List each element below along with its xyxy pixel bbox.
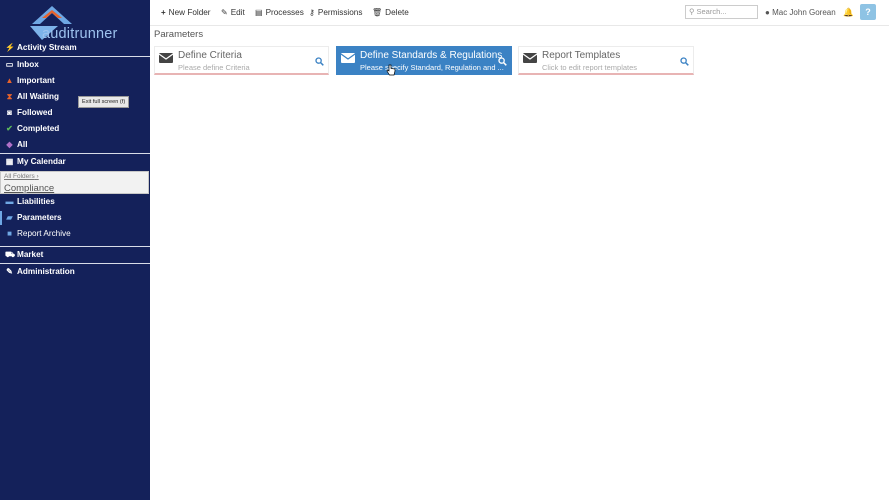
cart-icon: ⛟ [5, 250, 16, 259]
card-title: Define Standards & Regulations [360, 50, 503, 61]
nav-activity-stream[interactable]: ⚡ Activity Stream [0, 41, 150, 55]
nav-label: Important [17, 76, 55, 85]
divider [0, 153, 150, 154]
page-title: Parameters [154, 29, 204, 40]
warning-icon: ▲ [5, 76, 14, 85]
bell-icon[interactable]: 🔔 [843, 7, 854, 18]
nav-completed[interactable]: ✔ Completed [0, 122, 150, 136]
permissions-button[interactable]: ⚷ Permissions [309, 8, 362, 17]
card-subtitle: Please specify Standard, Regulation and … [360, 63, 504, 72]
bolt-icon: ⚡ [5, 43, 15, 52]
user-icon: ● [765, 8, 770, 17]
delete-button[interactable]: 🗑 Delete [372, 8, 409, 17]
processes-button[interactable]: ▤ Processes [255, 8, 304, 17]
zoom-icon[interactable] [498, 57, 507, 66]
nav-label: All [17, 140, 28, 149]
nav-label: Market [17, 250, 44, 259]
sidebar: auditrunner ⚡ Activity Stream ▭ Inbox ▲ Imp… [0, 0, 150, 500]
divider [0, 263, 150, 264]
nav-important[interactable]: ▲ Important [0, 74, 150, 88]
user-name: Mac John Gorean [772, 8, 836, 17]
folder-breadcrumb: All Folders › Compliance [0, 171, 149, 194]
card-report-templates[interactable]: Report Templates Click to edit report te… [518, 46, 694, 75]
nav-parameters[interactable]: ▰ Parameters [0, 211, 150, 225]
nav-administration[interactable]: ✎ Administration [0, 265, 150, 279]
card-define-criteria[interactable]: Define Criteria Please define Criteria [154, 46, 329, 75]
binoculars-icon: ◙ [7, 108, 12, 117]
current-folder-link[interactable]: Compliance [4, 183, 54, 194]
pencil-icon: ✎ [221, 8, 228, 17]
hand-cursor-icon [386, 64, 396, 76]
envelope-icon [159, 53, 173, 63]
calendar-icon: ▦ [5, 157, 14, 166]
trash-icon: 🗑 [372, 8, 383, 17]
user-menu[interactable]: ● Mac John Gorean [765, 8, 836, 17]
logo-text: auditrunner [42, 26, 118, 42]
key-icon: ⚷ [309, 8, 315, 17]
archive-icon: ■ [7, 229, 12, 238]
hourglass-icon: ⧗ [6, 92, 13, 101]
nav-inbox[interactable]: ▭ Inbox [0, 58, 150, 72]
new-folder-button[interactable]: + New Folder [161, 8, 211, 17]
nav-market[interactable]: ⛟ Market [0, 248, 150, 262]
divider [0, 246, 150, 247]
card-subtitle: Please define Criteria [178, 63, 250, 72]
nav-followed[interactable]: ◙ Followed [0, 106, 150, 120]
nav-label: Parameters [17, 213, 62, 222]
folder-icon: ▬ [5, 197, 14, 206]
check-icon: ✔ [6, 124, 13, 133]
nav-label: Followed [17, 108, 53, 117]
folder-open-icon: ▰ [6, 213, 13, 222]
card-subtitle: Click to edit report templates [542, 63, 638, 72]
fullscreen-tooltip: Exit full screen (f) [78, 96, 130, 108]
nav-report-archive[interactable]: ■ Report Archive [0, 227, 150, 241]
nav-label: Inbox [17, 60, 39, 69]
nav-label: Report Archive [17, 229, 71, 238]
divider [0, 56, 150, 57]
nav-all[interactable]: ◆ All [0, 138, 150, 152]
breadcrumb-root-link[interactable]: All Folders › [4, 173, 39, 180]
envelope-icon [341, 53, 355, 63]
nav-label: Completed [17, 124, 60, 133]
nav-liabilities[interactable]: ▬ Liabilities [0, 195, 150, 209]
nav-label: Activity Stream [17, 43, 77, 52]
nav-my-calendar[interactable]: ▦ My Calendar [0, 155, 150, 169]
search-icon: ⚲ [689, 7, 695, 16]
envelope-icon [523, 53, 537, 63]
zoom-icon[interactable] [680, 57, 689, 66]
card-title: Define Criteria [178, 50, 242, 61]
edit-button[interactable]: ✎ Edit [221, 8, 245, 17]
nav-label: Liabilities [17, 197, 55, 206]
inbox-icon: ▭ [5, 60, 14, 69]
nav-label: Administration [17, 267, 75, 276]
book-icon: ▤ [255, 8, 263, 17]
card-define-standards[interactable]: Define Standards & Regulations Please sp… [336, 46, 512, 75]
plus-icon: + [161, 8, 166, 17]
card-title: Report Templates [542, 50, 621, 61]
wrench-icon: ✎ [6, 267, 13, 276]
auditrunner-logo[interactable]: auditrunner [28, 4, 124, 42]
zoom-icon[interactable] [315, 57, 324, 66]
help-button[interactable]: ? [860, 4, 876, 20]
search-input[interactable]: ⚲ Search... [685, 5, 758, 19]
nav-label: My Calendar [17, 157, 66, 166]
tag-icon: ◆ [6, 140, 13, 149]
nav-label: All Waiting [17, 92, 59, 101]
